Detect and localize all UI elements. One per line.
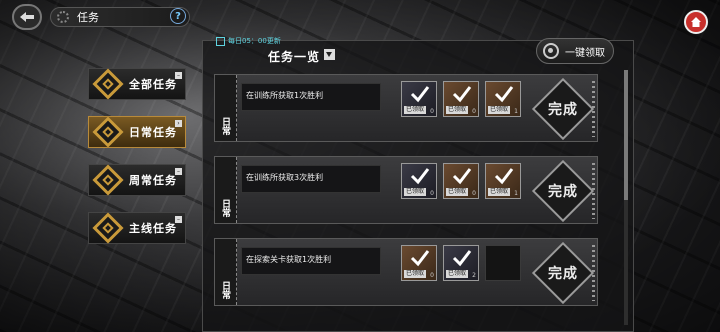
reward-count: 1 [514,108,518,115]
sidebar-item-label: 主线任务 [129,222,177,235]
refresh-icon [216,36,225,46]
back-button[interactable] [12,4,42,30]
reward-item[interactable]: 已领取 0 [401,81,437,117]
task-description: 在训练所获取1次胜利 [246,91,324,100]
task-card: 日常 在训练所获取1次胜利 已领取 0 已领取 0 已领取 1 完成 [214,74,598,142]
reward-item[interactable]: 已领取 0 [401,245,437,281]
claim-all-label: 一键领取 [565,47,605,59]
reward-item[interactable]: 已领取 0 [443,81,479,117]
card-edge-dots [592,81,595,137]
reward-item[interactable]: 已领取 1 [485,163,521,199]
done-label: 完成 [548,102,578,118]
checkmark-icon [452,250,472,267]
card-type-label: 日常 [220,281,230,299]
sidebar-item-label: 周常任务 [129,174,177,187]
claim-icon [543,43,559,59]
card-ticket: 日常 [215,75,237,141]
diamond-icon [92,68,124,100]
reward-count: 0 [430,272,434,279]
sidebar-item-weekly-tasks[interactable]: 周常任务 – [88,164,186,196]
refresh-text: 每日05：00更新 [228,37,281,45]
gear-icon [57,11,69,23]
page-title: 任务 [77,11,99,24]
claimed-label: 已领取 [488,188,511,196]
sidebar-item-all-tasks[interactable]: 全部任务 – [88,68,186,100]
scrollbar-thumb[interactable] [624,70,628,200]
checkmark-icon [494,86,514,103]
minus-icon: – [175,216,182,223]
checkmark-icon [494,168,514,185]
panel-title: 任务一览 [268,50,321,64]
claim-all-button[interactable]: 一键领取 [536,38,614,64]
task-card: 日常 在训练所获取3次胜利 已领取 0 已领取 0 已领取 1 完成 [214,156,598,224]
card-edge-dots [592,163,595,219]
checkmark-icon [410,168,430,185]
task-description: 在训练所获取3次胜利 [246,173,324,182]
back-arrow-icon [20,12,34,22]
home-button[interactable] [684,10,708,34]
done-label: 完成 [548,266,578,282]
claimed-label: 已领取 [488,106,511,114]
scrollbar[interactable] [624,70,628,325]
task-card: 日常 在探索关卡获取1次胜利 已领取 0 已领取 2 完成 [214,238,598,306]
card-type-label: 日常 [220,117,230,135]
claimed-label: 已领取 [446,188,469,196]
sidebar-item-daily-tasks[interactable]: 日常任务 › [88,116,186,148]
reward-count: 1 [514,190,518,197]
chevron-right-icon: › [175,120,182,127]
claimed-label: 已领取 [404,188,427,196]
sidebar-item-label: 全部任务 [129,78,177,91]
reward-count: 0 [430,108,434,115]
diamond-icon [92,212,124,244]
claimed-label: 已领取 [446,106,469,114]
diamond-icon [92,116,124,148]
card-type-label: 日常 [220,199,230,217]
reward-count: 0 [430,190,434,197]
checkmark-icon [452,168,472,185]
task-description: 在探索关卡获取1次胜利 [246,255,332,264]
minus-icon: – [175,168,182,175]
checkmark-icon [410,86,430,103]
claimed-label: 已领取 [446,270,469,278]
claimed-label: 已领取 [404,270,427,278]
reward-count: 2 [472,272,476,279]
help-button[interactable]: ? [170,8,186,24]
card-edge-dots [592,245,595,301]
diamond-icon [92,164,124,196]
reward-item[interactable]: 已领取 2 [443,245,479,281]
done-badge: 完成 [531,77,595,141]
sidebar-item-main-tasks[interactable]: 主线任务 – [88,212,186,244]
reward-count: 0 [472,108,476,115]
task-description-box: 在训练所获取1次胜利 [241,83,381,111]
reward-item[interactable]: 已领取 1 [485,81,521,117]
dropdown-icon[interactable] [324,49,335,60]
done-badge: 完成 [531,241,595,305]
sidebar-item-label: 日常任务 [129,126,177,139]
top-bar: 任务 ? [0,0,720,34]
task-description-box: 在探索关卡获取1次胜利 [241,247,381,275]
done-label: 完成 [548,184,578,200]
card-ticket: 日常 [215,239,237,305]
claimed-label: 已领取 [404,106,427,114]
home-icon [691,17,701,27]
refresh-notice: 每日05：00更新 [216,36,281,46]
minus-icon: – [175,72,182,79]
card-ticket: 日常 [215,157,237,223]
reward-item[interactable]: 已领取 0 [401,163,437,199]
reward-item[interactable]: 已领取 0 [443,163,479,199]
checkmark-icon [410,250,430,267]
task-description-box: 在训练所获取3次胜利 [241,165,381,193]
done-badge: 完成 [531,159,595,223]
page-title-bar: 任务 [50,7,190,27]
empty-reward-slot [485,245,521,281]
checkmark-icon [452,86,472,103]
reward-count: 0 [472,190,476,197]
